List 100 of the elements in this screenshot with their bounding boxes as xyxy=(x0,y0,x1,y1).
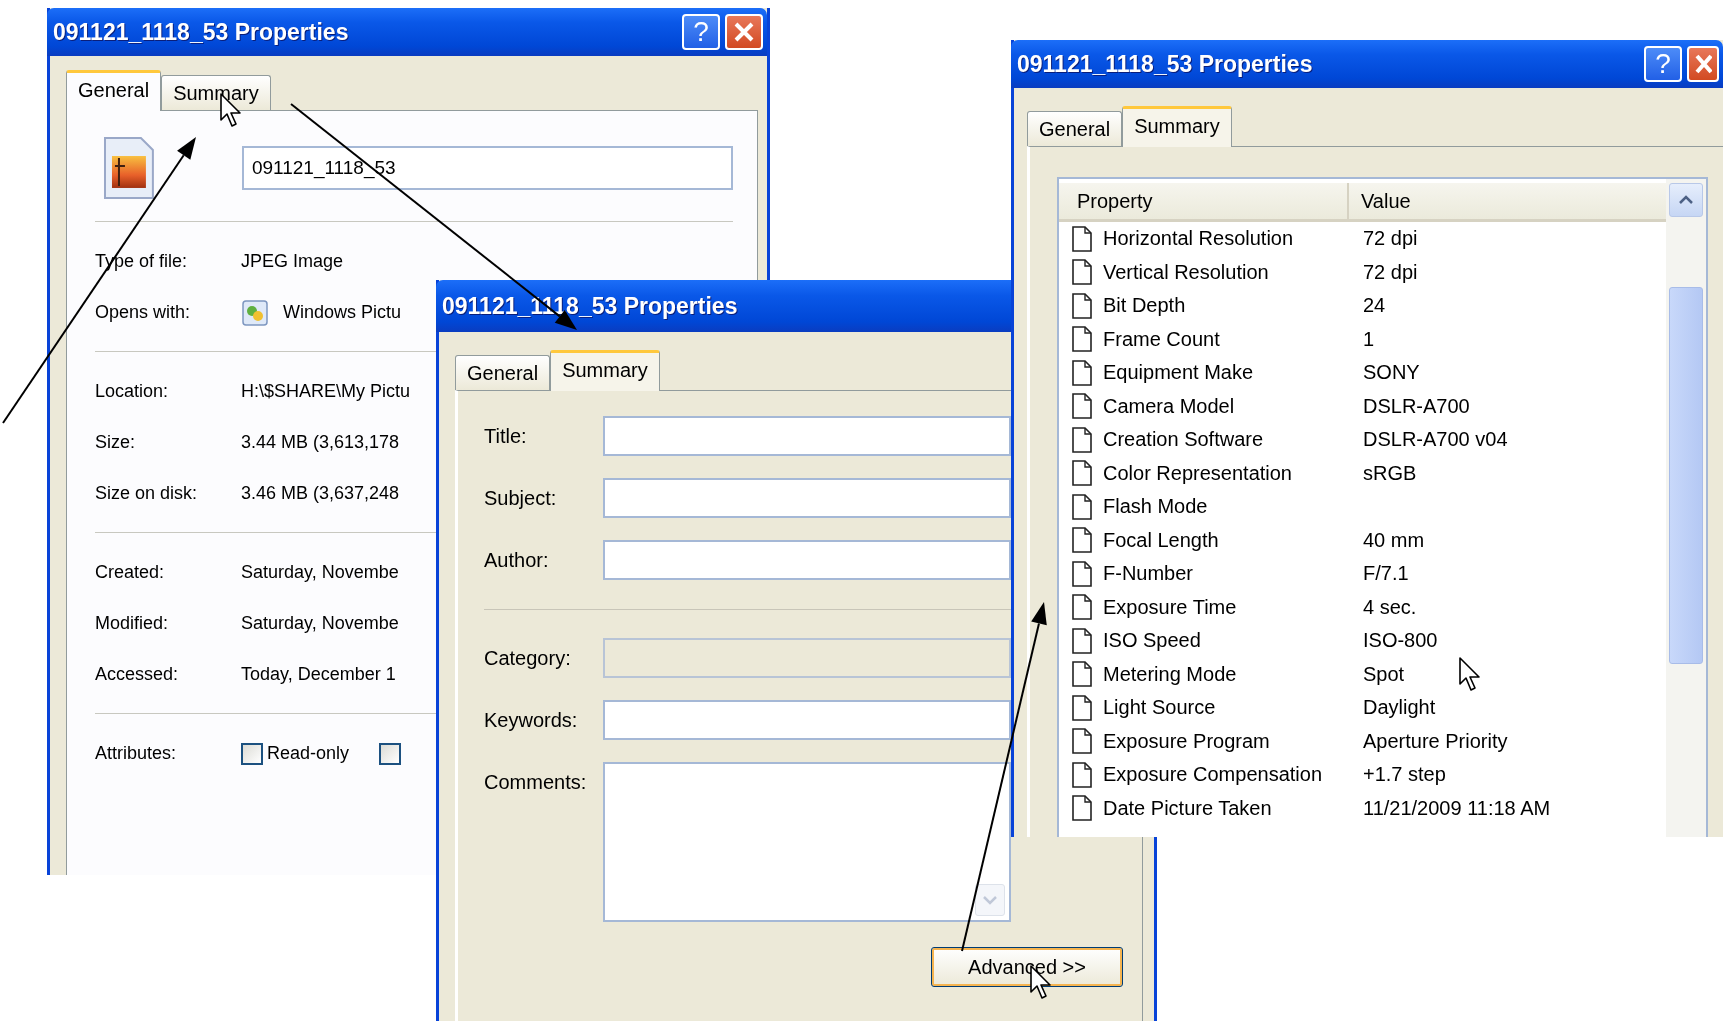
field-label: Comments: xyxy=(484,770,588,795)
checkbox[interactable] xyxy=(379,742,402,765)
text-field[interactable] xyxy=(603,762,1011,922)
tab[interactable]: Summary xyxy=(161,75,271,110)
property-value: F/7.1 xyxy=(1362,562,1409,586)
property-name: Exposure Time xyxy=(1103,595,1237,619)
advanced-button[interactable]: Advanced >> xyxy=(931,947,1123,987)
property-name: ISO Speed xyxy=(1103,629,1201,653)
field-value: 3.44 MB (3,613,178 xyxy=(241,432,400,453)
document-icon xyxy=(1071,761,1093,788)
column-header[interactable]: Property xyxy=(1059,183,1349,219)
mouse-pointer-icon xyxy=(1459,657,1481,693)
document-icon xyxy=(1071,527,1093,554)
text-field[interactable] xyxy=(603,416,1011,456)
field-value: Saturday, Novembe xyxy=(241,562,399,583)
property-name: Vertical Resolution xyxy=(1103,260,1269,284)
property-name: Color Representation xyxy=(1103,461,1292,485)
close-icon xyxy=(1694,53,1712,75)
tab[interactable]: General xyxy=(455,355,551,390)
property-value: ISO-800 xyxy=(1362,629,1438,653)
property-value: 40 mm xyxy=(1362,528,1425,552)
property-name: Date Picture Taken xyxy=(1103,796,1272,820)
property-name: Equipment Make xyxy=(1103,361,1254,385)
field-label: Author: xyxy=(484,548,550,573)
field-label: Opens with: xyxy=(95,302,192,323)
tab[interactable]: Summary xyxy=(550,350,660,391)
field-label: Title: xyxy=(484,424,528,449)
property-name: Camera Model xyxy=(1103,394,1235,418)
tab[interactable]: Summary xyxy=(1122,106,1232,147)
field-label: Location: xyxy=(95,381,170,402)
text-field[interactable] xyxy=(603,700,1011,740)
document-icon xyxy=(1071,661,1093,688)
scroll-up-button[interactable] xyxy=(1669,183,1703,217)
field-value: Windows Pictu xyxy=(283,302,402,323)
checkbox[interactable] xyxy=(241,742,263,765)
property-name: Flash Mode xyxy=(1103,495,1208,519)
property-value: 4 sec. xyxy=(1362,595,1417,619)
property-value: 72 dpi xyxy=(1362,227,1418,251)
field-value: 3.46 MB (3,637,248 xyxy=(241,483,400,504)
field-label: Attributes: xyxy=(95,743,178,764)
field-value: Saturday, Novembe xyxy=(241,613,399,634)
property-value: 1 xyxy=(1362,327,1375,351)
field-label: Size: xyxy=(95,432,137,453)
field-label: Modified: xyxy=(95,613,170,634)
picture-icon xyxy=(241,298,269,327)
document-icon xyxy=(1071,594,1093,621)
window-title: 091121_1118_53 Properties xyxy=(1017,50,1314,78)
document-icon xyxy=(1071,795,1093,822)
property-name: Horizontal Resolution xyxy=(1103,227,1294,251)
property-value: DSLR-A700 v04 xyxy=(1362,428,1508,452)
property-name: F-Number xyxy=(1103,562,1193,586)
property-value: SONY xyxy=(1362,361,1420,385)
window-title: 091121_1118_53 Properties xyxy=(53,18,350,46)
tab[interactable]: General xyxy=(66,70,162,111)
document-icon xyxy=(1071,493,1093,520)
chevron-down-icon xyxy=(982,895,998,905)
field-label: Created: xyxy=(95,562,166,583)
property-name: Metering Mode xyxy=(1103,662,1237,686)
property-value: sRGB xyxy=(1362,461,1417,485)
chevron-up-icon xyxy=(1678,195,1694,205)
close-icon xyxy=(733,21,755,43)
document-icon xyxy=(1071,728,1093,755)
document-icon xyxy=(1071,560,1093,587)
field-label: Accessed: xyxy=(95,664,180,685)
field-label: Size on disk: xyxy=(95,483,199,504)
column-header[interactable]: Value xyxy=(1349,183,1411,219)
scroll-thumb[interactable] xyxy=(1669,287,1703,664)
property-name: Focal Length xyxy=(1103,528,1219,552)
property-value: Aperture Priority xyxy=(1362,729,1508,753)
property-name: Exposure Program xyxy=(1103,729,1270,753)
field-label: Category: xyxy=(484,646,572,671)
property-value: 72 dpi xyxy=(1362,260,1418,284)
close-button[interactable] xyxy=(1687,46,1719,82)
image-file-icon xyxy=(101,135,156,201)
property-value: 11/21/2009 11:18 AM xyxy=(1362,796,1551,820)
document-icon xyxy=(1071,460,1093,487)
property-name: Frame Count xyxy=(1103,327,1220,351)
document-icon xyxy=(1071,393,1093,420)
close-button[interactable] xyxy=(725,14,763,50)
tab[interactable]: General xyxy=(1027,111,1123,146)
text-field[interactable] xyxy=(603,540,1011,580)
text-field[interactable] xyxy=(603,478,1011,518)
property-name: Light Source xyxy=(1103,696,1216,720)
help-button[interactable]: ? xyxy=(1644,46,1682,82)
document-icon xyxy=(1071,326,1093,353)
scrollbar[interactable] xyxy=(1666,179,1706,837)
field-value: H:\$SHARE\My Pictu xyxy=(241,381,411,402)
property-value: +1.7 step xyxy=(1362,763,1446,787)
property-name: Bit Depth xyxy=(1103,294,1186,318)
help-button[interactable]: ? xyxy=(682,14,720,50)
field-label: Subject: xyxy=(484,486,558,511)
property-value: DSLR-A700 xyxy=(1362,394,1470,418)
scroll-down-button[interactable] xyxy=(975,884,1005,916)
property-name: Creation Software xyxy=(1103,428,1264,452)
document-icon xyxy=(1071,259,1093,286)
document-icon xyxy=(1071,694,1093,721)
document-icon xyxy=(1071,426,1093,453)
property-value: Spot xyxy=(1362,662,1405,686)
field-value: JPEG Image xyxy=(241,251,344,272)
document-icon xyxy=(1071,292,1093,319)
